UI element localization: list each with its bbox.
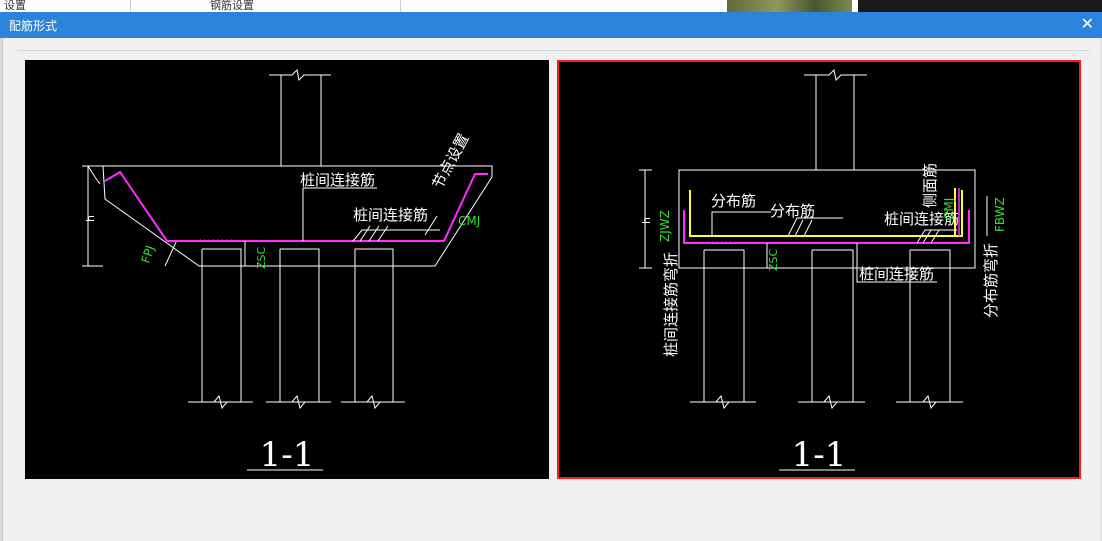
- label-node-setting: 节点设置: [429, 130, 473, 191]
- rebar-diagram-b: · · · · · · · 分布筋 分布筋 桩间连接筋 桩间连接筋 侧面筋 CM…: [639, 68, 1007, 475]
- label-cmj: CMJ: [942, 198, 956, 220]
- label-pile-rebar-bend: 桩间连接筋弯折: [662, 252, 680, 357]
- label-fpj: FPJ: [139, 244, 158, 265]
- pile-2: [279, 248, 320, 403]
- background-image: [727, 0, 852, 12]
- column-outline: [815, 75, 855, 171]
- group-frame-line: [18, 50, 1090, 51]
- rebar-dots: · · · · · · ·: [707, 238, 736, 246]
- column-outline: [280, 75, 322, 167]
- pile-3-break: [896, 394, 963, 410]
- label-dist-rebar-bend: 分布筋弯折: [982, 243, 1000, 318]
- label-pile-rebar-top: 桩间连接筋: [300, 171, 375, 189]
- pile-1-break: [690, 394, 756, 410]
- pile-2: [811, 249, 854, 403]
- background-dark-area: [858, 0, 1102, 12]
- label-pile-rebar-bottom: 桩间连接筋: [859, 265, 934, 283]
- label-zjwz: ZJWZ: [658, 210, 672, 242]
- leader-dist-1: [711, 211, 771, 236]
- section-label: 1-1: [260, 435, 315, 475]
- dialog-title: 配筋形式: [9, 19, 58, 33]
- hatch-2: [368, 225, 380, 242]
- hatch-a2: [803, 219, 813, 237]
- label-zsc: ZSC: [255, 246, 268, 269]
- pile-1-break: [188, 394, 253, 410]
- column-break-line: [804, 68, 867, 82]
- label-h: h: [640, 217, 653, 224]
- pile-1: [703, 249, 745, 403]
- background-divider-2: [400, 0, 401, 12]
- pile-3: [354, 248, 394, 403]
- label-dist-rebar-1: 分布筋: [711, 192, 756, 210]
- label-side-rebar: 侧面筋: [921, 163, 939, 208]
- pile-2-break: [266, 394, 331, 410]
- background-divider: [130, 0, 131, 12]
- rebar-diagram-a: · · · · · · · · 桩间连接筋 桩间连接筋 节点设置 CMJ FPJ…: [82, 68, 493, 475]
- slope-hatch: [164, 239, 178, 267]
- label-h: h: [84, 215, 97, 222]
- label-fbwz: FBWZ: [993, 197, 1007, 232]
- rebar-dots: · · · · · · · ·: [199, 236, 232, 244]
- dimension-arrow: [87, 165, 101, 185]
- pile-1: [201, 248, 242, 403]
- background-window-strip: 设置 钢筋设置: [0, 0, 1102, 12]
- dialog-title-bar[interactable]: 配筋形式 ✕: [0, 12, 1102, 38]
- hatch-1: [359, 225, 371, 242]
- hatch-a1: [794, 219, 804, 237]
- close-icon[interactable]: ✕: [1081, 15, 1094, 33]
- pile-3-break: [341, 394, 405, 410]
- rebar-option-a[interactable]: · · · · · · · · 桩间连接筋 桩间连接筋 节点设置 CMJ FPJ…: [25, 60, 549, 479]
- rebar-option-b[interactable]: · · · · · · · 分布筋 分布筋 桩间连接筋 桩间连接筋 侧面筋 CM…: [557, 60, 1081, 479]
- label-zsc: ZSC: [767, 248, 780, 271]
- hatch-3: [377, 225, 389, 242]
- section-label: 1-1: [792, 435, 847, 475]
- label-dist-rebar-2: 分布筋: [770, 202, 815, 220]
- label-cmj: CMJ: [458, 214, 480, 228]
- column-break-line: [269, 68, 331, 82]
- label-pile-rebar-mid: 桩间连接筋: [353, 206, 428, 224]
